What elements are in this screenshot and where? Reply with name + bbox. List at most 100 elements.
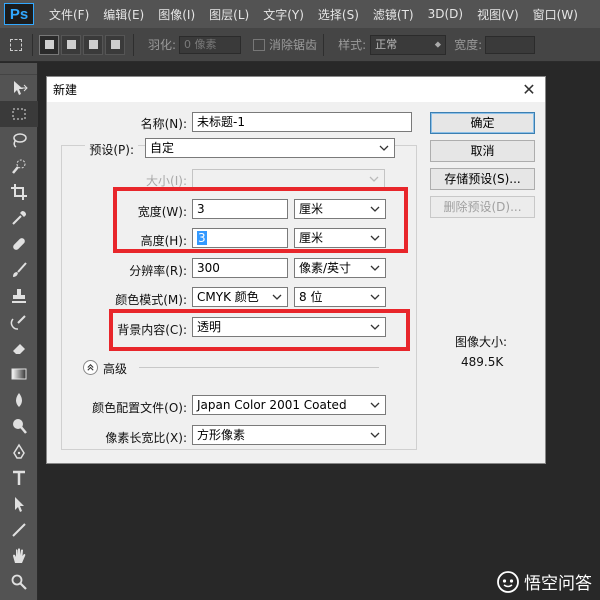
preset-value: 自定 (150, 141, 175, 155)
width-unit-value: 厘米 (299, 202, 324, 216)
hand-tool-icon[interactable] (0, 543, 38, 569)
pixel-aspect-select[interactable]: 方形像素 (192, 425, 386, 445)
photoshop-logo: Ps (4, 3, 34, 25)
menu-filter[interactable]: 滤镜(T) (366, 6, 421, 23)
color-mode-value: CMYK 颜色 (197, 290, 259, 304)
chevron-down-icon (370, 235, 380, 241)
antialias-checkbox[interactable] (253, 38, 266, 51)
menu-select[interactable]: 选择(S) (311, 6, 366, 23)
crop-tool-icon[interactable] (0, 179, 38, 205)
resolution-unit-value: 像素/英寸 (299, 261, 352, 275)
height-unit-value: 厘米 (299, 231, 324, 245)
eyedropper-tool-icon[interactable] (0, 205, 38, 231)
pen-tool-icon[interactable] (0, 439, 38, 465)
healing-brush-tool-icon[interactable] (0, 231, 38, 257)
chevron-down-icon (370, 206, 380, 212)
panel-grip[interactable] (0, 63, 37, 75)
background-contents-value: 透明 (197, 320, 222, 334)
width-option-input[interactable] (485, 35, 536, 54)
intersect-selection-mode-button[interactable] (105, 34, 125, 55)
menu-type[interactable]: 文字(Y) (256, 6, 311, 23)
chevron-down-icon (369, 176, 379, 182)
bit-depth-select[interactable]: 8 位 (294, 287, 386, 307)
type-tool-icon[interactable] (0, 465, 38, 491)
menu-image[interactable]: 图像(I) (151, 6, 202, 23)
bit-depth-value: 8 位 (299, 290, 323, 304)
width-input[interactable]: 3 (192, 199, 288, 219)
color-profile-value: Japan Color 2001 Coated (197, 398, 347, 412)
menu-3d[interactable]: 3D(D) (421, 7, 470, 21)
menu-layer[interactable]: 图层(L) (202, 6, 256, 23)
brush-tool-icon[interactable] (0, 257, 38, 283)
menu-window[interactable]: 窗口(W) (526, 6, 585, 23)
chevron-down-icon (370, 432, 380, 438)
width-label: 宽度(W): (137, 205, 187, 219)
resolution-input[interactable]: 300 (192, 258, 288, 278)
chevron-down-icon (370, 294, 380, 300)
line-tool-icon[interactable] (0, 517, 38, 543)
color-mode-select[interactable]: CMYK 颜色 (192, 287, 288, 307)
lasso-tool-icon[interactable] (0, 127, 38, 153)
options-bar: 羽化: 0 像素 消除锯齿 样式: 正常 宽度: (0, 28, 600, 62)
advanced-divider (139, 367, 379, 368)
clone-stamp-tool-icon[interactable] (0, 283, 38, 309)
antialias-label: 消除锯齿 (269, 38, 318, 52)
width-option-label: 宽度: (454, 38, 483, 52)
feather-input[interactable]: 0 像素 (179, 35, 242, 54)
dodge-tool-icon[interactable] (0, 413, 38, 439)
color-profile-label: 颜色配置文件(O): (92, 401, 187, 415)
history-brush-tool-icon[interactable] (0, 309, 38, 335)
ok-button[interactable]: 确定 (430, 112, 535, 134)
zoom-tool-icon[interactable] (0, 569, 38, 595)
background-contents-select[interactable]: 透明 (192, 317, 386, 337)
style-label: 样式: (338, 38, 367, 52)
menu-file[interactable]: 文件(F) (42, 6, 96, 23)
rectangular-marquee-tool-icon[interactable] (0, 101, 38, 127)
new-selection-mode-button[interactable] (39, 34, 59, 55)
marquee-preset-icon[interactable] (6, 35, 26, 55)
resolution-label: 分辨率(R): (129, 264, 187, 278)
name-input[interactable]: 未标题-1 (192, 112, 412, 132)
path-selection-tool-icon[interactable] (0, 491, 38, 517)
gradient-tool-icon[interactable] (0, 361, 38, 387)
close-icon[interactable]: ✕ (519, 80, 539, 99)
color-profile-select[interactable]: Japan Color 2001 Coated (192, 395, 386, 415)
height-label: 高度(H): (140, 234, 187, 248)
height-input[interactable]: 3 (192, 228, 288, 248)
divider (133, 33, 134, 56)
save-preset-button[interactable]: 存储预设(S)... (430, 168, 535, 190)
preset-select[interactable]: 自定 (145, 138, 395, 158)
dialog-title: 新建 (53, 83, 78, 97)
color-mode-label: 颜色模式(M): (115, 293, 187, 307)
height-value-selected: 3 (197, 231, 207, 245)
style-select[interactable]: 正常 (370, 34, 447, 55)
add-selection-mode-button[interactable] (61, 34, 81, 55)
new-document-dialog: 新建 ✕ 名称(N): 未标题-1 预设(P): 自定 大小(I): 宽度(W)… (46, 76, 546, 464)
blur-tool-icon[interactable] (0, 387, 38, 413)
image-size-label: 图像大小: (455, 335, 508, 349)
pixel-aspect-label: 像素长宽比(X): (105, 431, 187, 445)
width-unit-select[interactable]: 厘米 (294, 199, 386, 219)
eraser-tool-icon[interactable] (0, 335, 38, 361)
menu-view[interactable]: 视图(V) (470, 6, 526, 23)
chevron-down-icon (379, 145, 389, 151)
feather-label: 羽化: (148, 38, 177, 52)
resolution-unit-select[interactable]: 像素/英寸 (294, 258, 386, 278)
move-tool-icon[interactable] (0, 75, 38, 101)
height-unit-select[interactable]: 厘米 (294, 228, 386, 248)
subtract-selection-mode-button[interactable] (83, 34, 103, 55)
quick-selection-tool-icon[interactable] (0, 153, 38, 179)
cancel-button[interactable]: 取消 (430, 140, 535, 162)
advanced-label: 高级 (103, 362, 128, 376)
image-size-value: 489.5K (461, 355, 504, 369)
size-label: 大小(I): (146, 174, 187, 188)
tools-panel (0, 63, 38, 600)
size-select (192, 169, 385, 189)
chevron-down-icon (370, 324, 380, 330)
watermark-text: 悟空问答 (524, 574, 592, 594)
dialog-titlebar[interactable]: 新建 ✕ (47, 77, 545, 102)
wukong-logo-icon (497, 570, 519, 593)
collapse-advanced-icon[interactable] (83, 360, 98, 375)
menu-bar: Ps 文件(F) 编辑(E) 图像(I) 图层(L) 文字(Y) 选择(S) 滤… (0, 0, 600, 28)
menu-edit[interactable]: 编辑(E) (96, 6, 151, 23)
